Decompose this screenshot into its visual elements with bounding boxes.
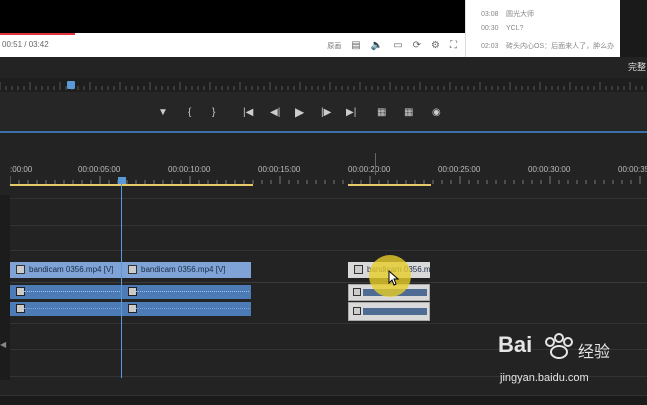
quality-button[interactable]: 原画 — [327, 41, 341, 51]
watermark-brand-suffix: 经验 — [578, 344, 611, 361]
comment-item[interactable]: 00:30 YCL? — [481, 25, 524, 32]
audio-waveform — [24, 308, 120, 310]
timecode-label: 00:00:05:00 — [78, 165, 121, 174]
out-point-icon[interactable]: } — [212, 107, 215, 118]
fx-badge-icon — [16, 265, 25, 275]
play-icon[interactable]: ▶ — [295, 105, 304, 119]
loop-icon[interactable]: ⟳ — [413, 39, 421, 53]
monitor-playhead[interactable] — [67, 81, 75, 89]
comment-item[interactable]: 03:08 圆光大师 — [481, 9, 534, 19]
settings-icon[interactable]: ⚙ — [431, 39, 440, 53]
timecode-label: 00:00:20:00 — [348, 165, 391, 174]
extract-icon[interactable]: ▦ — [404, 107, 413, 118]
lift-icon[interactable]: ▦ — [377, 107, 386, 118]
fx-badge-icon — [353, 288, 361, 296]
fx-badge-icon — [353, 307, 361, 315]
mouse-pointer-icon — [388, 270, 400, 286]
video-clip[interactable]: bandicam 0356.mp4 [V] — [10, 262, 122, 278]
timecode-label: 00:00:10:00 — [168, 165, 211, 174]
audio-waveform — [136, 308, 249, 310]
audio-waveform — [363, 308, 427, 315]
progress-bar-played[interactable] — [0, 33, 75, 35]
video-preview[interactable] — [0, 0, 465, 33]
track-divider — [10, 250, 647, 251]
monitor-ruler-ticks — [0, 82, 643, 90]
audio-clip[interactable] — [122, 302, 251, 316]
edge-label: 完整 — [628, 62, 647, 72]
player-time: 00:51 / 03:42 — [2, 40, 49, 49]
track-divider — [10, 323, 647, 324]
audio-clip[interactable] — [10, 285, 122, 299]
playhead-handle[interactable] — [118, 177, 126, 184]
step-forward-icon[interactable]: |▶ — [321, 107, 331, 118]
fx-badge-icon — [128, 265, 137, 275]
track-divider — [10, 282, 647, 283]
go-to-in-icon[interactable]: |◀ — [243, 107, 253, 118]
danmaku-icon[interactable]: ▤ — [351, 39, 360, 53]
watermark-url: jingyan.baidu.com — [500, 372, 589, 384]
audio-clip[interactable] — [10, 302, 122, 316]
timecode-label: :00:00 — [10, 165, 33, 174]
export-frame-icon[interactable]: ◉ — [432, 107, 441, 118]
snap-indicator — [375, 153, 376, 175]
monitor-ruler[interactable] — [0, 78, 647, 92]
audio-waveform — [136, 291, 249, 293]
timecode-label: 00:00:15:00 — [258, 165, 301, 174]
baidu-watermark: Bai 经验 jingyan.baidu.com — [498, 330, 618, 390]
playhead-line[interactable] — [121, 183, 122, 378]
comment-list: 03:08 圆光大师 00:30 YCL? 02:03 砖头内心OS：后面来人了，肿么… — [465, 0, 621, 57]
marker-icon[interactable]: ▼ — [158, 107, 168, 118]
timecode-label: 00:00:30:00 — [528, 165, 571, 174]
timecode-label: 00:00:25:00 — [438, 165, 481, 174]
subtitle-icon[interactable]: ▭ — [393, 39, 402, 53]
audio-waveform — [24, 291, 120, 293]
fx-badge-icon — [354, 265, 363, 275]
in-point-icon[interactable]: { — [188, 107, 191, 118]
track-divider — [10, 225, 647, 226]
video-clip[interactable]: bandicam 0356.mp4 [V] — [122, 262, 251, 278]
go-to-out-icon[interactable]: ▶| — [346, 107, 356, 118]
in-out-range — [348, 184, 431, 186]
volume-icon[interactable]: 🔈 — [371, 39, 383, 53]
track-expand-icon[interactable]: ◀ — [0, 340, 6, 349]
fullscreen-icon[interactable]: ⛶ — [450, 39, 457, 53]
watermark-brand: Bai — [498, 332, 533, 357]
player-controls: 原画 ▤ 🔈 ▭ ⟳ ⚙ ⛶ — [327, 38, 457, 54]
in-out-range — [10, 184, 253, 186]
comment-item[interactable]: 02:03 砖头内心OS：后面来人了，肿么办 — [481, 41, 614, 51]
track-divider — [10, 198, 647, 199]
step-back-icon[interactable]: ◀| — [270, 107, 280, 118]
track-header-strip — [0, 195, 10, 380]
timecode-label: 00:00:35 — [618, 165, 647, 174]
audio-clip[interactable] — [122, 285, 251, 299]
edge-panel — [620, 0, 647, 57]
audio-clip-selected[interactable] — [348, 302, 430, 321]
